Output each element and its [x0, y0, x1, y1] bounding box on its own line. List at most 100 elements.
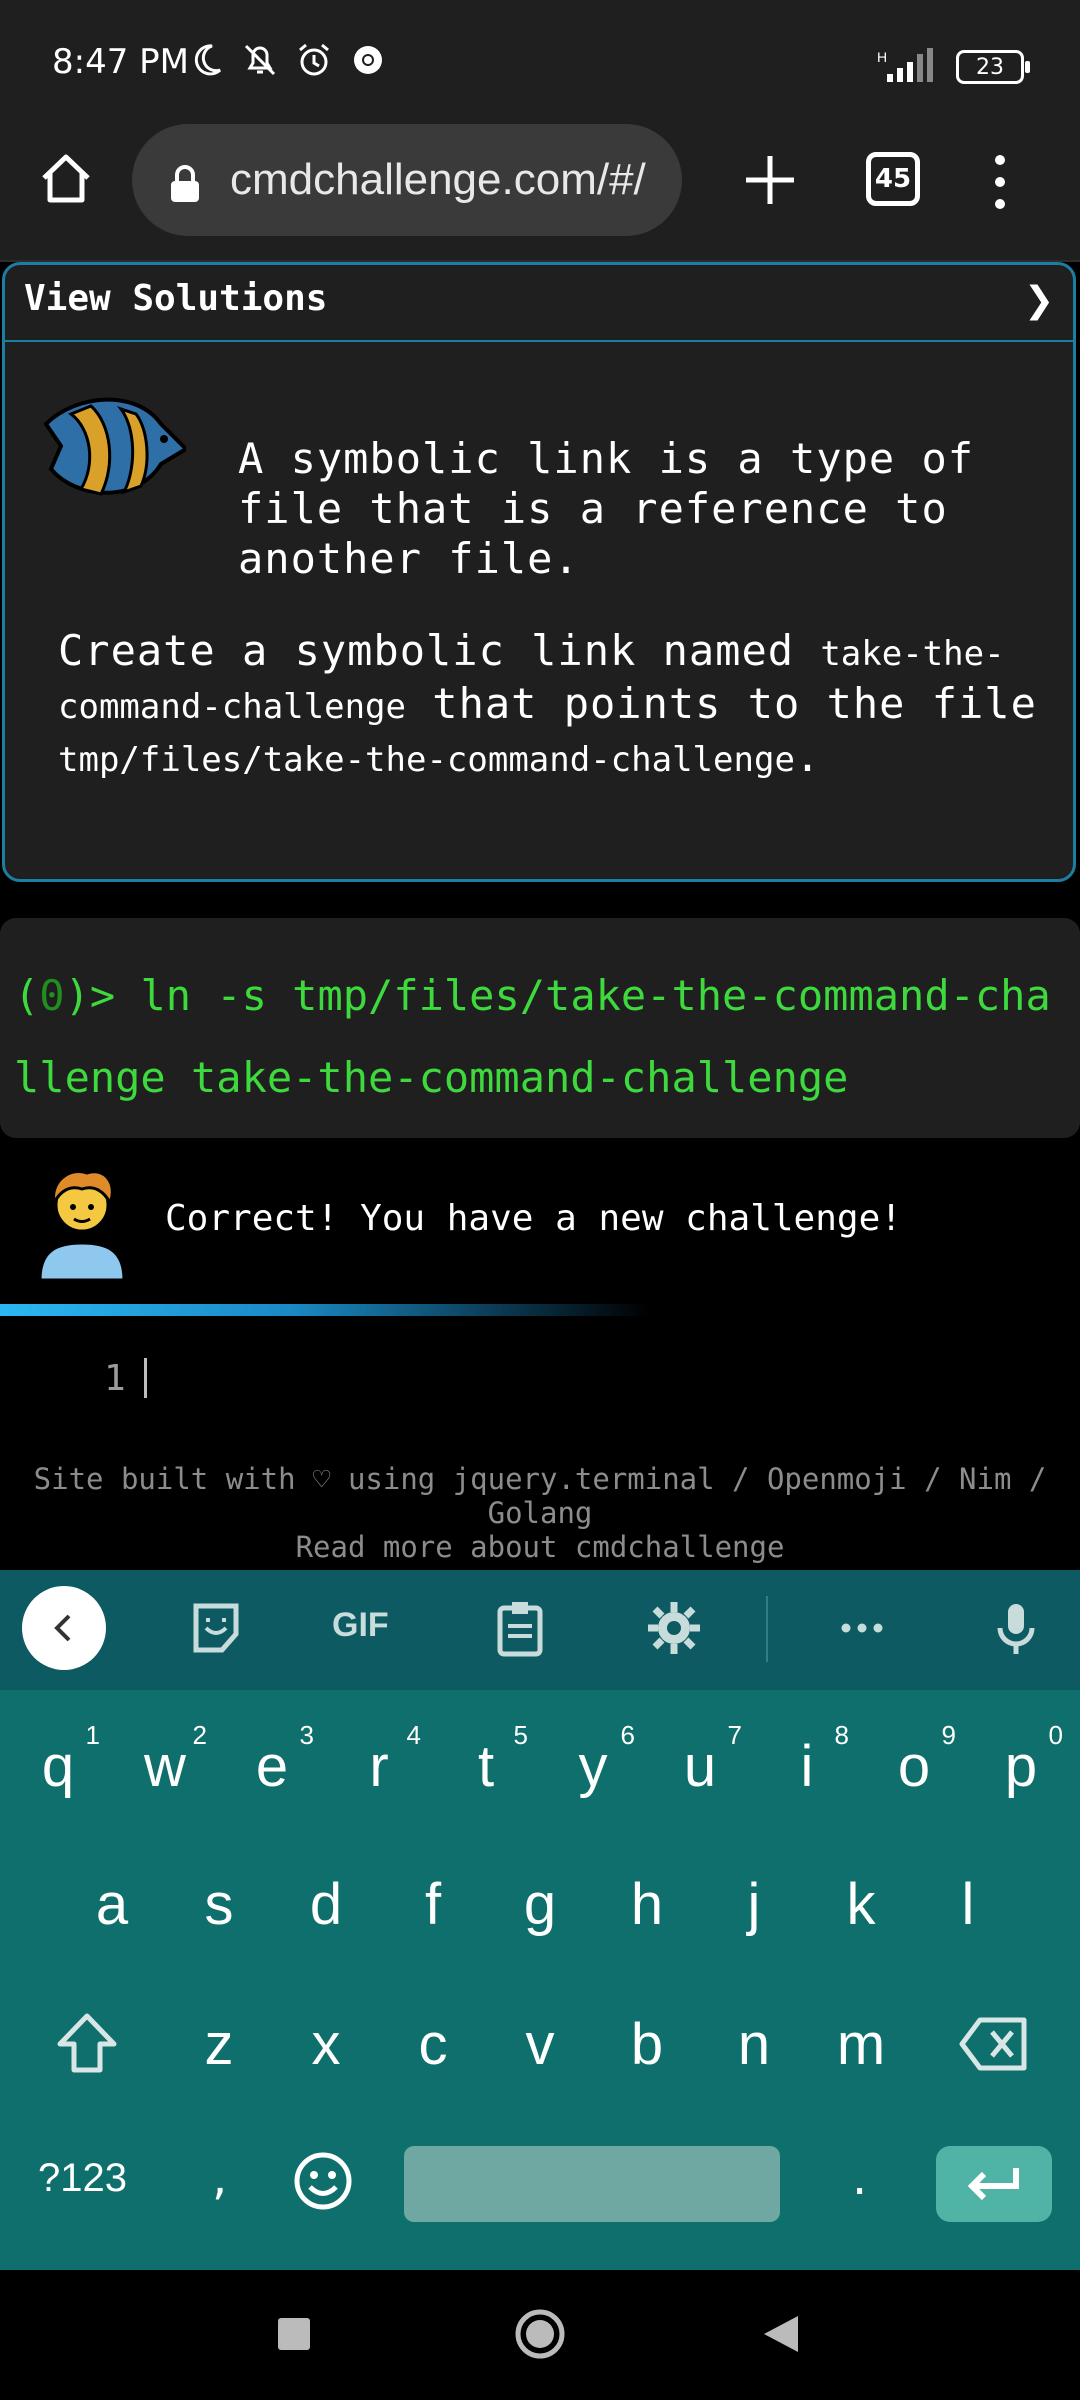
task-text: .: [794, 732, 822, 781]
key-x[interactable]: x: [272, 1984, 380, 2104]
person-icon: [38, 1170, 126, 1280]
toolbar-divider: [766, 1596, 768, 1662]
chevron-right-icon[interactable]: ❯: [1024, 280, 1054, 321]
key-v[interactable]: v: [486, 1984, 594, 2104]
comma-key[interactable]: ,: [212, 2150, 227, 2206]
key-b[interactable]: b: [593, 1984, 701, 2104]
moon-icon: [194, 44, 222, 76]
enter-icon[interactable]: [964, 2164, 1024, 2204]
chevron-left-icon[interactable]: [46, 1610, 82, 1646]
key-label: i: [800, 1733, 814, 1799]
key-k[interactable]: k: [807, 1844, 915, 1964]
key-g[interactable]: g: [486, 1844, 594, 1964]
status-icons: [186, 40, 388, 80]
more-vert-icon[interactable]: [990, 152, 1010, 212]
key-label: v: [525, 2011, 555, 2077]
key-h[interactable]: h: [593, 1844, 701, 1964]
key-z[interactable]: z: [165, 1984, 273, 2104]
key-e[interactable]: e3: [218, 1706, 326, 1826]
key-hint: 2: [192, 1720, 207, 1750]
target-path-code: tmp/files/take-the-command-challenge: [58, 740, 795, 780]
back-icon[interactable]: [760, 2312, 802, 2356]
key-y[interactable]: y6: [539, 1706, 647, 1826]
key-w[interactable]: w2: [111, 1706, 219, 1826]
challenge-task: Create a symbolic link named take-the-co…: [58, 626, 1048, 785]
gif-button[interactable]: GIF: [332, 1606, 389, 1645]
progress-bar: [0, 1304, 650, 1316]
key-label: a: [95, 1871, 129, 1937]
result-message: Correct! You have a new challenge!: [165, 1198, 902, 1239]
clipboard-icon[interactable]: [490, 1598, 550, 1658]
key-label: k: [846, 1871, 876, 1937]
emoji-icon[interactable]: [292, 2150, 354, 2212]
signal-icon: H: [877, 48, 933, 82]
sticker-icon[interactable]: [186, 1598, 246, 1658]
key-p[interactable]: p0: [967, 1706, 1075, 1826]
read-more-link[interactable]: Read more about cmdchallenge: [0, 1530, 1080, 1564]
key-label: e: [255, 1733, 289, 1799]
more-horiz-icon[interactable]: [832, 1598, 892, 1658]
status-time: 8:47 PM: [52, 42, 189, 82]
key-t[interactable]: t5: [432, 1706, 540, 1826]
bell-off-icon: [244, 44, 276, 76]
recents-icon[interactable]: [276, 2316, 312, 2352]
key-label: s: [204, 1871, 234, 1937]
prompt-paren: (: [14, 971, 40, 1020]
key-hint: 3: [299, 1720, 314, 1750]
view-solutions-title[interactable]: View Solutions: [24, 278, 327, 319]
key-label: r: [369, 1733, 389, 1799]
key-label: j: [747, 1871, 761, 1937]
site-footer: Site built with ♡ using jquery.terminal …: [0, 1462, 1080, 1564]
key-r[interactable]: r4: [325, 1706, 433, 1826]
key-label: y: [578, 1733, 608, 1799]
key-label: z: [204, 2011, 234, 2077]
home-icon[interactable]: [36, 148, 96, 208]
prompt-status: 0: [39, 971, 65, 1020]
key-label: q: [41, 1733, 75, 1799]
key-u[interactable]: u7: [646, 1706, 754, 1826]
task-text: that points to the file: [406, 679, 1037, 728]
footer-credits: Site built with ♡ using jquery.terminal …: [33, 1462, 1047, 1530]
tab-switcher-button[interactable]: 45: [866, 152, 920, 206]
key-f[interactable]: f: [379, 1844, 487, 1964]
key-i[interactable]: i8: [753, 1706, 861, 1826]
angelfish-icon: [43, 397, 186, 496]
period-key[interactable]: .: [852, 2150, 867, 2206]
key-label: x: [311, 2011, 341, 2077]
key-label: c: [418, 2011, 448, 2077]
key-s[interactable]: s: [165, 1844, 273, 1964]
key-c[interactable]: c: [379, 1984, 487, 2104]
key-label: f: [424, 1871, 442, 1937]
symbols-key[interactable]: ?123: [38, 2156, 127, 2201]
lock-icon: [171, 165, 199, 202]
key-l[interactable]: l: [914, 1844, 1022, 1964]
key-m[interactable]: m: [807, 1984, 915, 2104]
line-number: 1: [104, 1358, 126, 1399]
key-label: l: [961, 1871, 975, 1937]
microphone-icon[interactable]: [986, 1598, 1046, 1658]
plus-icon[interactable]: [740, 150, 800, 210]
backspace-icon[interactable]: [958, 2014, 1030, 2074]
shift-icon[interactable]: [54, 2010, 120, 2076]
key-n[interactable]: n: [700, 1984, 808, 2104]
key-hint: 6: [620, 1720, 635, 1750]
key-a[interactable]: a: [58, 1844, 166, 1964]
key-hint: 8: [834, 1720, 849, 1750]
key-hint: 5: [513, 1720, 528, 1750]
key-label: u: [683, 1733, 717, 1799]
input-cursor[interactable]: [144, 1358, 147, 1398]
key-label: w: [144, 1733, 186, 1799]
key-d[interactable]: d: [272, 1844, 380, 1964]
chrome-icon: [354, 46, 382, 74]
space-key[interactable]: [404, 2146, 780, 2222]
command-text: ln -s tmp/files/take-the-command-challen…: [14, 971, 1051, 1102]
key-label: p: [1004, 1733, 1038, 1799]
settings-icon[interactable]: [644, 1598, 704, 1658]
key-q[interactable]: q1: [4, 1706, 112, 1826]
url-text[interactable]: cmdchallenge.com/#/: [230, 155, 670, 205]
key-o[interactable]: o9: [860, 1706, 968, 1826]
key-j[interactable]: j: [700, 1844, 808, 1964]
key-hint: 7: [727, 1720, 742, 1750]
key-label: h: [630, 1871, 664, 1937]
home-nav-icon[interactable]: [514, 2308, 566, 2360]
